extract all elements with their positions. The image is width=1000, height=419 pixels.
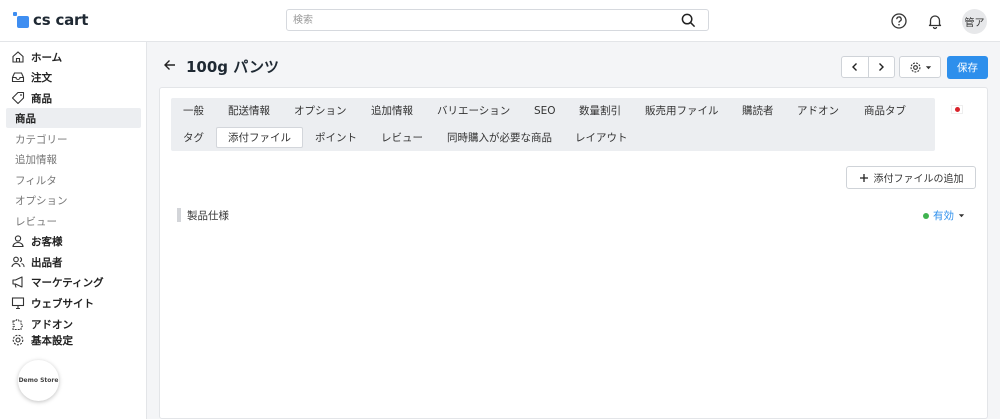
gear-icon <box>909 61 921 73</box>
back-arrow-icon[interactable] <box>163 58 177 72</box>
status-dropdown[interactable]: 有効 <box>923 208 965 223</box>
tab-attachments[interactable]: 添付ファイル <box>216 127 303 148</box>
sidebar-item-orders[interactable]: 注文 <box>11 68 52 86</box>
tab-features[interactable]: 追加情報 <box>371 100 413 121</box>
search-input[interactable] <box>287 10 667 30</box>
tab-quantity-discounts[interactable]: 数量割引 <box>579 100 621 121</box>
sidebar-item-website[interactable]: ウェブサイト <box>11 294 94 312</box>
tab-addons[interactable]: アドオン <box>797 100 839 121</box>
caret-down-icon <box>925 65 931 69</box>
sidebar-item-label: 商品 <box>31 92 52 105</box>
inbox-icon <box>11 72 25 83</box>
brand-name: cs cart <box>33 11 89 29</box>
attachment-row: 製品仕様 有効 <box>177 206 977 224</box>
tab-tags[interactable]: タグ <box>183 127 204 148</box>
sidebar-item-label: マーケティング <box>31 276 104 289</box>
next-record-button[interactable] <box>869 57 895 77</box>
sidebar-subitem-reviews[interactable]: レビュー <box>15 212 57 230</box>
sidebar-item-label: カテゴリー <box>15 133 68 146</box>
sidebar-item-settings[interactable]: 基本設定 <box>11 331 73 349</box>
sidebar-item-vendors[interactable]: 出品者 <box>11 253 63 271</box>
sidebar-item-marketing[interactable]: マーケティング <box>11 273 104 291</box>
sidebar-subitem-products[interactable]: 商品 <box>15 109 36 127</box>
sidebar-item-label: お客様 <box>31 235 63 248</box>
sidebar-subitem-options[interactable]: オプション <box>15 191 68 209</box>
users-icon <box>11 256 25 268</box>
record-pager <box>841 56 895 78</box>
chevron-right-icon <box>879 63 885 71</box>
tab-subscribers[interactable]: 購読者 <box>742 100 774 121</box>
search-icon[interactable] <box>681 13 696 28</box>
sidebar-item-label: アドオン <box>31 318 73 331</box>
store-switcher[interactable]: Demo Store <box>18 360 59 401</box>
sidebar-subitem-filters[interactable]: フィルタ <box>15 171 57 189</box>
tab-reward-points[interactable]: ポイント <box>315 127 357 148</box>
attachment-name[interactable]: 製品仕様 <box>187 208 229 223</box>
plus-icon <box>859 173 868 182</box>
tab-reviews[interactable]: レビュー <box>381 127 423 148</box>
tab-shipping[interactable]: 配送情報 <box>228 100 270 121</box>
tab-bar: 一般 配送情報 オプション 追加情報 バリエーション SEO 数量割引 販売用フ… <box>171 98 935 151</box>
drag-handle-icon[interactable] <box>177 208 181 222</box>
sidebar-item-label: 出品者 <box>31 256 63 269</box>
tab-seo[interactable]: SEO <box>534 100 556 121</box>
megaphone-icon <box>12 276 23 288</box>
search-box <box>286 9 709 31</box>
tab-product-tabs[interactable]: 商品タブ <box>864 100 906 121</box>
chevron-left-icon <box>851 63 857 71</box>
sidebar: ホーム 注文 商品 商品 カテゴリー 追加情報 フィルタ オプション レビュー … <box>0 42 147 419</box>
bell-icon[interactable] <box>926 12 944 30</box>
status-dot-icon <box>923 212 929 219</box>
settings-dropdown-button[interactable] <box>899 56 941 78</box>
tab-variations[interactable]: バリエーション <box>437 100 510 121</box>
user-icon <box>12 235 24 248</box>
puzzle-icon <box>12 319 23 330</box>
tab-general[interactable]: 一般 <box>183 100 204 121</box>
logo[interactable]: cs cart <box>13 11 88 29</box>
status-label: 有効 <box>933 210 954 222</box>
tab-options[interactable]: オプション <box>294 100 347 121</box>
tab-layouts[interactable]: レイアウト <box>575 127 628 148</box>
sidebar-item-label: 基本設定 <box>31 334 73 347</box>
language-flag-icon[interactable] <box>951 105 963 114</box>
sidebar-item-label: フィルタ <box>15 174 57 187</box>
sidebar-item-label: 追加情報 <box>15 153 57 166</box>
monitor-icon <box>11 297 25 310</box>
tab-downloadable-files[interactable]: 販売用ファイル <box>645 100 719 121</box>
prev-record-button[interactable] <box>842 57 869 77</box>
sidebar-item-label: レビュー <box>15 215 57 228</box>
logo-icon <box>13 12 29 28</box>
home-icon <box>12 51 24 63</box>
sidebar-item-products[interactable]: 商品 <box>11 89 52 107</box>
add-attachment-label: 添付ファイルの追加 <box>873 174 964 185</box>
tag-icon <box>11 91 25 105</box>
top-bar: cs cart 管ア <box>0 0 1000 42</box>
sidebar-item-home[interactable]: ホーム <box>11 48 62 66</box>
add-attachment-button[interactable]: 添付ファイルの追加 <box>846 166 976 189</box>
page-title: 100g パンツ <box>186 58 280 76</box>
avatar[interactable]: 管ア <box>962 9 987 34</box>
sidebar-item-label: オプション <box>15 194 68 207</box>
save-button[interactable]: 保存 <box>947 56 988 79</box>
help-icon[interactable] <box>890 12 908 30</box>
gear-icon <box>12 334 24 346</box>
sidebar-item-customers[interactable]: お客様 <box>11 232 63 250</box>
sidebar-subitem-features[interactable]: 追加情報 <box>15 150 57 168</box>
tab-required-products[interactable]: 同時購入が必要な商品 <box>447 127 552 148</box>
sidebar-item-label: ホーム <box>31 51 63 64</box>
sidebar-subitem-categories[interactable]: カテゴリー <box>15 130 68 148</box>
sidebar-item-label: ウェブサイト <box>31 297 94 310</box>
sidebar-item-label: 商品 <box>15 112 36 125</box>
caret-down-icon <box>958 214 965 218</box>
sidebar-item-label: 注文 <box>31 71 52 84</box>
